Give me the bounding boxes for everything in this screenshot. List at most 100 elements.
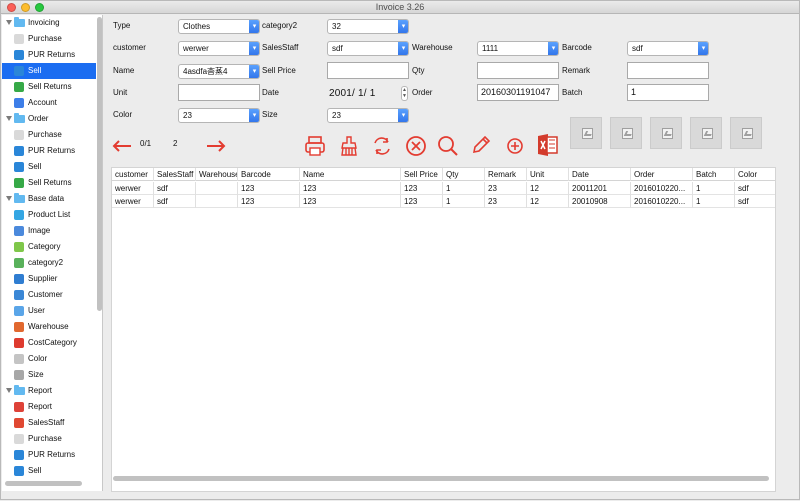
name-dropdown-button[interactable]: ▾ [249, 65, 259, 78]
table-cell[interactable]: sdf [154, 182, 196, 195]
table-cell[interactable]: sdf [735, 195, 775, 208]
print-icon[interactable] [303, 134, 327, 158]
expand-triangle-icon[interactable] [6, 196, 12, 201]
delete-icon[interactable] [404, 134, 428, 158]
column-header[interactable]: Color [735, 168, 775, 181]
category2-dropdown-button[interactable]: ▾ [398, 20, 408, 33]
unit-input[interactable] [178, 84, 260, 101]
sidebar-item-account[interactable]: Account [2, 95, 96, 111]
next-arrow-icon[interactable] [205, 139, 227, 153]
sidebar-group-base-data[interactable]: Base data [2, 191, 96, 207]
sidebar-group-report[interactable]: Report [2, 383, 96, 399]
table-cell[interactable] [196, 182, 238, 195]
size-dropdown-button[interactable]: ▾ [398, 109, 408, 122]
sidebar-item-sell-returns[interactable]: Sell Returns [2, 79, 96, 95]
edit-pencil-icon[interactable] [469, 134, 493, 158]
table-cell[interactable]: 123 [238, 195, 300, 208]
table-cell[interactable]: 20011201 [569, 182, 631, 195]
sidebar-item-user[interactable]: User [2, 303, 96, 319]
column-header[interactable]: Batch [693, 168, 735, 181]
sidebar-item-purchase[interactable]: Purchase [2, 127, 96, 143]
sidebar-item-supplier[interactable]: Supplier [2, 271, 96, 287]
sidebar-horizontal-scrollbar[interactable] [5, 481, 82, 486]
table-cell[interactable]: 20010908 [569, 195, 631, 208]
table-cell[interactable]: 12 [527, 195, 569, 208]
sidebar-item-product-list[interactable]: Product List [2, 207, 96, 223]
previous-arrow-icon[interactable] [111, 139, 133, 153]
column-header[interactable]: Remark [485, 168, 527, 181]
date-picker[interactable]: 2001/ 1/ 1 [329, 88, 375, 99]
table-cell[interactable] [196, 195, 238, 208]
table-cell[interactable]: werwer [112, 195, 154, 208]
color-dropdown-button[interactable]: ▾ [249, 109, 259, 122]
table-row[interactable]: werwer sdf 123 123 123 1 23 12 20011201 201601022… [112, 182, 775, 195]
table-cell[interactable]: 123 [300, 182, 401, 195]
sidebar-item-pur-returns[interactable]: PUR Returns [2, 447, 96, 463]
table-cell[interactable]: 123 [238, 182, 300, 195]
size-select[interactable]: 23 ▾ [327, 108, 409, 123]
barcode-select[interactable]: sdf ▾ [627, 41, 709, 56]
table-cell[interactable]: 123 [401, 182, 443, 195]
order-input[interactable]: 20160301191047 [477, 84, 559, 101]
column-header[interactable]: Barcode [238, 168, 300, 181]
table-cell[interactable]: 23 [485, 195, 527, 208]
remark-input[interactable] [627, 62, 709, 79]
table-cell[interactable]: 12 [527, 182, 569, 195]
refresh-icon[interactable] [370, 134, 394, 158]
color-select[interactable]: 23 ▾ [178, 108, 260, 123]
sidebar-item-sell[interactable]: Sell [2, 159, 96, 175]
customer-select[interactable]: werwer ▾ [178, 41, 260, 56]
sidebar-item-color[interactable]: Color [2, 351, 96, 367]
table-cell[interactable]: 1 [693, 195, 735, 208]
sidebar-item-pur-returns[interactable]: PUR Returns [2, 143, 96, 159]
column-header[interactable]: customer [112, 168, 154, 181]
barcode-dropdown-button[interactable]: ▾ [698, 42, 708, 55]
type-select[interactable]: Clothes ▾ [178, 19, 260, 34]
sidebar-item-image[interactable]: Image [2, 223, 96, 239]
image-placeholder-1[interactable] [570, 117, 602, 149]
image-placeholder-2[interactable] [610, 117, 642, 149]
warehouse-select[interactable]: 1111 ▾ [477, 41, 559, 56]
column-header[interactable]: SalesStaff [154, 168, 196, 181]
expand-triangle-icon[interactable] [6, 388, 12, 393]
column-header[interactable]: Date [569, 168, 631, 181]
customer-dropdown-button[interactable]: ▾ [249, 42, 259, 55]
table-cell[interactable]: 1 [443, 195, 485, 208]
sidebar-item-pur-returns[interactable]: PUR Returns [2, 47, 96, 63]
table-cell[interactable]: sdf [154, 195, 196, 208]
warehouse-dropdown-button[interactable]: ▾ [548, 42, 558, 55]
excel-export-icon[interactable] [536, 132, 560, 158]
sidebar-item-purchase[interactable]: Purchase [2, 431, 96, 447]
sidebar-item-sell[interactable]: Sell [2, 463, 96, 479]
table-horizontal-scrollbar[interactable] [113, 476, 769, 481]
sidebar-item-sell[interactable]: Sell [2, 63, 96, 79]
column-header[interactable]: Qty [443, 168, 485, 181]
image-placeholder-3[interactable] [650, 117, 682, 149]
table-cell[interactable]: 2016010220... [631, 195, 693, 208]
sidebar-item-category2[interactable]: category2 [2, 255, 96, 271]
column-header[interactable]: Warehouse [196, 168, 238, 181]
salesstaff-select[interactable]: sdf ▾ [327, 41, 409, 56]
sidebar-item-report[interactable]: Report [2, 399, 96, 415]
table-cell[interactable]: 123 [300, 195, 401, 208]
expand-triangle-icon[interactable] [6, 116, 12, 121]
expand-triangle-icon[interactable] [6, 20, 12, 25]
image-placeholder-5[interactable] [730, 117, 762, 149]
column-header[interactable]: Name [300, 168, 401, 181]
table-cell[interactable]: 1 [693, 182, 735, 195]
sidebar-item-salesstaff[interactable]: SalesStaff [2, 415, 96, 431]
search-icon[interactable] [436, 134, 460, 158]
sidebar-group-order[interactable]: Order [2, 111, 96, 127]
qty-input[interactable] [477, 62, 559, 79]
name-select[interactable]: 4asdfa杳蒸4 ▾ [178, 64, 260, 79]
date-stepper[interactable]: ▲ ▼ [401, 86, 408, 101]
category2-select[interactable]: 32 ▾ [327, 19, 409, 34]
batch-input[interactable]: 1 [627, 84, 709, 101]
table-cell[interactable]: 2016010220... [631, 182, 693, 195]
sidebar-group-invoicing[interactable]: Invoicing [2, 15, 96, 31]
sidebar-item-warehouse[interactable]: Warehouse [2, 319, 96, 335]
table-cell[interactable]: werwer [112, 182, 154, 195]
sellprice-input[interactable] [327, 62, 409, 79]
column-header[interactable]: Order [631, 168, 693, 181]
sidebar-vertical-scrollbar[interactable] [97, 17, 102, 311]
